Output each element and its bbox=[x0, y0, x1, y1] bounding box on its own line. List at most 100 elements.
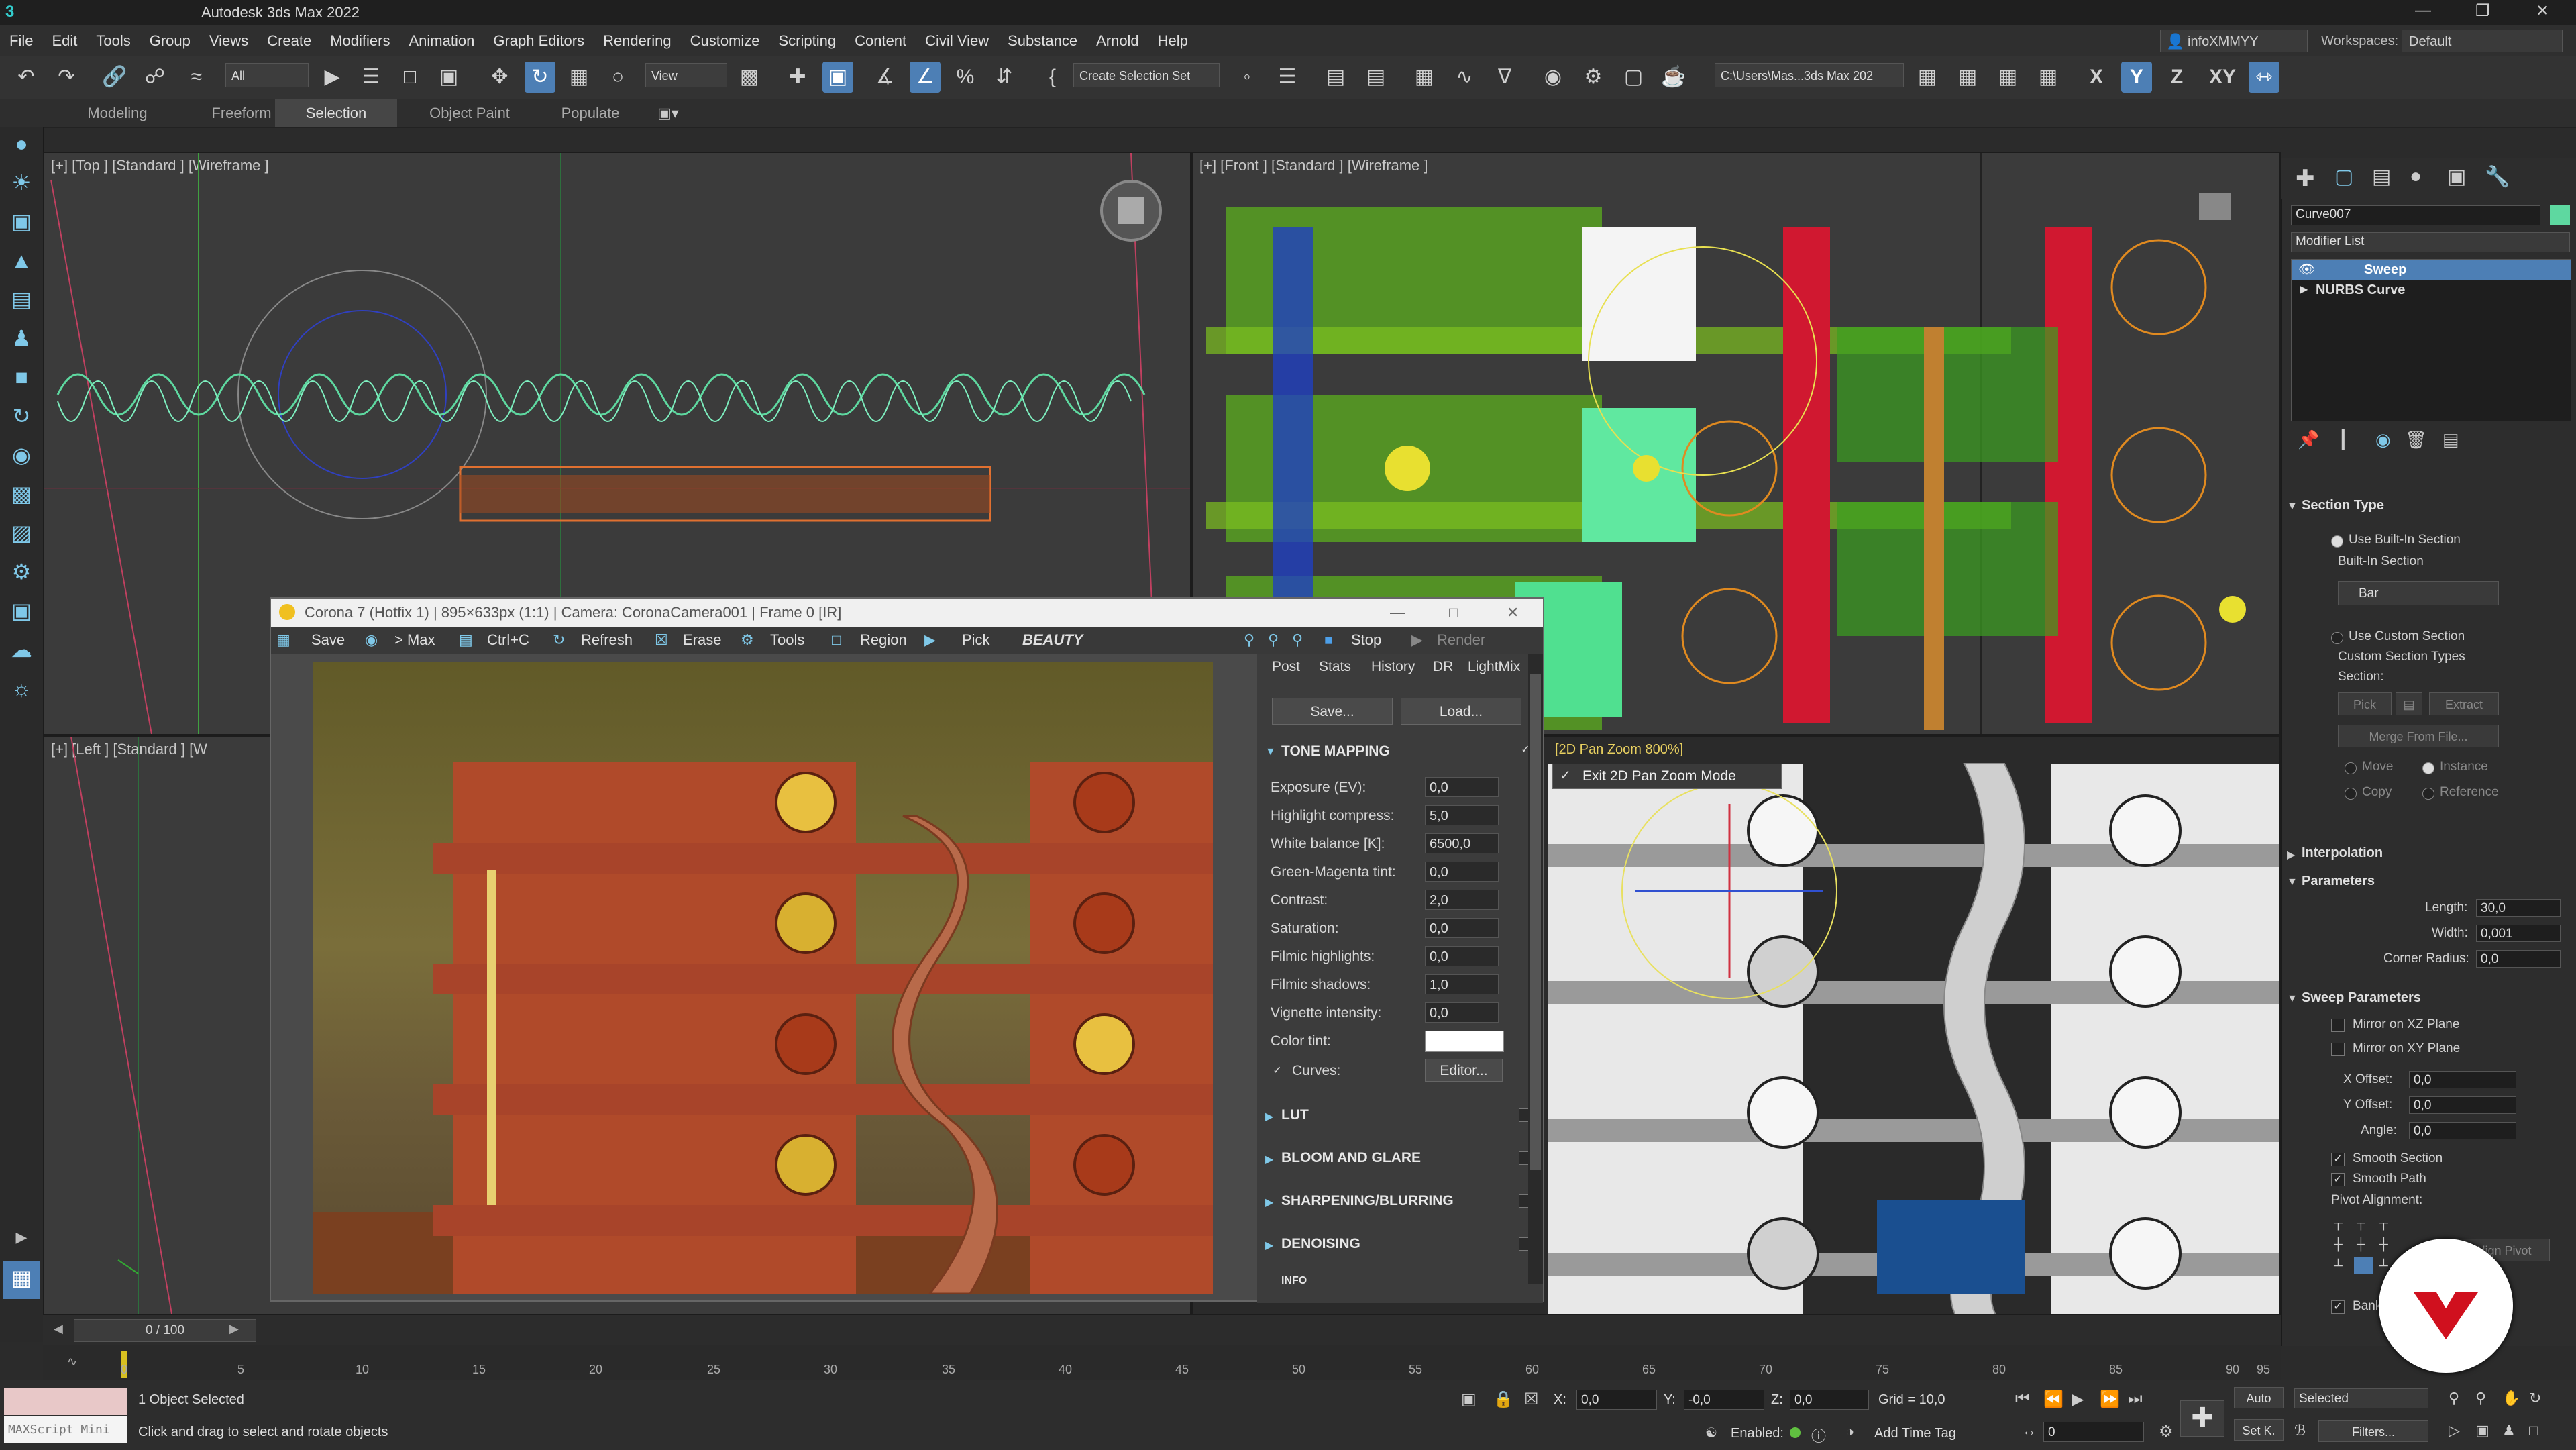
x-offset-spinner[interactable]: 0,0 bbox=[2409, 1071, 2516, 1088]
pivot-cell-icon[interactable]: ┴ bbox=[2334, 1259, 2343, 1273]
tab-lightmix[interactable]: LightMix bbox=[1468, 659, 1520, 675]
show-end-result-icon[interactable]: ┃ bbox=[2338, 429, 2349, 450]
mirror-icon[interactable]: ◦ bbox=[1232, 62, 1263, 93]
builtin-section-radio[interactable] bbox=[2331, 535, 2343, 548]
zoom-extents-icon[interactable]: ▣ bbox=[2475, 1422, 2489, 1439]
create-tab-icon[interactable]: ✚ bbox=[2296, 165, 2315, 192]
next-frame-icon[interactable]: ▶ bbox=[229, 1322, 239, 1336]
material-icon[interactable]: ◉ bbox=[5, 439, 38, 471]
menu-customize[interactable]: Customize bbox=[681, 25, 769, 50]
hierarchy-tab-icon[interactable]: ▤ bbox=[2372, 165, 2391, 189]
vignette-intensity-spinner[interactable]: 0,0 bbox=[1425, 1002, 1499, 1023]
pick-icon[interactable]: ▶ bbox=[924, 627, 936, 654]
auto-key-button[interactable]: Auto bbox=[2234, 1387, 2284, 1408]
pan-icon[interactable]: ✋ bbox=[2502, 1390, 2520, 1407]
select-object-icon[interactable]: ▶ bbox=[317, 62, 347, 93]
field-of-view-icon[interactable]: ▷ bbox=[2449, 1422, 2460, 1439]
menu-file[interactable]: File bbox=[0, 25, 42, 50]
select-manipulate-icon[interactable]: ✚ bbox=[782, 62, 813, 93]
make-unique-icon[interactable]: ◉ bbox=[2375, 429, 2391, 450]
slicer-icon[interactable]: ▨ bbox=[5, 517, 38, 549]
vfb-save-button[interactable]: Save bbox=[311, 627, 345, 654]
render-channel-dropdown[interactable]: BEAUTY bbox=[1022, 627, 1083, 654]
collapse-arrow-icon[interactable]: ▼ bbox=[2287, 876, 2298, 888]
post-load-button[interactable]: Load... bbox=[1401, 698, 1521, 725]
tab-modeling[interactable]: Modeling bbox=[54, 99, 181, 127]
scene-explorer-icon[interactable]: ▤ bbox=[1320, 62, 1351, 93]
expand-arrow-icon[interactable]: ▶ bbox=[1265, 1110, 1273, 1123]
select-by-name-icon[interactable]: ☰ bbox=[356, 62, 386, 93]
pivot-cell-icon[interactable]: ┼ bbox=[2357, 1237, 2365, 1251]
schematic-view-icon[interactable]: ∇ bbox=[1489, 62, 1520, 93]
material-editor-icon[interactable]: ◉ bbox=[1538, 62, 1568, 93]
align-icon[interactable]: ☰ bbox=[1272, 62, 1303, 93]
selection-filter-dropdown[interactable]: All bbox=[225, 63, 309, 87]
previous-key-icon[interactable]: ⏪ bbox=[2043, 1390, 2063, 1409]
vfb-to-max-button[interactable]: > Max bbox=[394, 627, 435, 654]
time-config-icon[interactable]: ⚙ bbox=[2159, 1422, 2174, 1441]
named-selection-dropdown[interactable]: Create Selection Set bbox=[1073, 63, 1220, 87]
extract-section-button[interactable]: Extract bbox=[2429, 692, 2499, 715]
tone-mapping-title[interactable]: TONE MAPPING bbox=[1281, 743, 1390, 760]
width-spinner[interactable]: 0,001 bbox=[2476, 925, 2561, 942]
render-setup-icon[interactable]: ⚙ bbox=[1578, 62, 1609, 93]
mirror-xy-checkbox[interactable] bbox=[2331, 1043, 2345, 1056]
parameters-title[interactable]: Parameters bbox=[2302, 874, 2375, 889]
time-tag-icon[interactable]: ◑ bbox=[1846, 1425, 1854, 1440]
menu-arnold[interactable]: Arnold bbox=[1087, 25, 1148, 50]
vfb-close-icon[interactable]: ✕ bbox=[1507, 599, 1519, 627]
menu-animation[interactable]: Animation bbox=[399, 25, 484, 50]
axis-constraint-z[interactable]: Z bbox=[2161, 62, 2192, 93]
time-slider[interactable]: ◀ 0 / 100 ▶ bbox=[43, 1315, 2281, 1345]
color-tint-swatch[interactable] bbox=[1425, 1031, 1504, 1052]
curves-checkbox[interactable]: ✓ bbox=[1271, 1064, 1284, 1078]
selection-lock-icon[interactable]: 🔒 bbox=[1493, 1390, 1513, 1409]
edit-named-selection-icon[interactable]: { bbox=[1037, 62, 1068, 93]
filmic-shadows-spinner[interactable]: 1,0 bbox=[1425, 974, 1499, 994]
scrollbar-thumb[interactable] bbox=[1530, 674, 1541, 1170]
expand-arrow-icon[interactable]: ▶ bbox=[1265, 1153, 1273, 1166]
banking-checkbox[interactable]: ✓ bbox=[2331, 1300, 2345, 1314]
remove-modifier-icon[interactable]: 🗑 bbox=[2405, 429, 2427, 450]
post-save-button[interactable]: Save... bbox=[1272, 698, 1393, 725]
viewport-layout-icon[interactable]: ▦ bbox=[3, 1261, 40, 1299]
percent-snap-icon[interactable]: % bbox=[950, 62, 981, 93]
absolute-mode-icon[interactable]: ☒ bbox=[1524, 1390, 1539, 1409]
angle-spinner[interactable]: 0,0 bbox=[2409, 1122, 2516, 1139]
maxscript-listener-top[interactable] bbox=[4, 1388, 127, 1415]
maximize-viewport-icon[interactable]: □ bbox=[2529, 1422, 2538, 1439]
orbit-icon[interactable]: ↻ bbox=[2529, 1390, 2541, 1407]
menu-civil-view[interactable]: Civil View bbox=[916, 25, 998, 50]
smooth-section-checkbox[interactable]: ✓ bbox=[2331, 1153, 2345, 1166]
go-to-end-icon[interactable]: ⏭ bbox=[2128, 1390, 2143, 1408]
project-folder-dropdown[interactable]: C:\Users\Mas...3ds Max 202 bbox=[1715, 63, 1904, 87]
unlink-icon[interactable]: ☍ bbox=[140, 62, 170, 93]
exit-pan-zoom-menu-item[interactable]: Exit 2D Pan Zoom Mode bbox=[1582, 768, 1736, 784]
key-mode-icon[interactable]: ↔ bbox=[2022, 1422, 2037, 1439]
pivot-cell-icon[interactable]: ┬ bbox=[2357, 1216, 2365, 1230]
axis-constraint-y[interactable]: Y bbox=[2121, 62, 2152, 93]
spinner-snap-icon[interactable]: ⇵ bbox=[989, 62, 1020, 93]
collapse-arrow-icon[interactable]: ▼ bbox=[1265, 746, 1276, 758]
x-coordinate-field[interactable]: 0,0 bbox=[1576, 1390, 1657, 1410]
refresh-icon[interactable]: ↻ bbox=[5, 400, 38, 432]
converter-icon[interactable]: ⚙ bbox=[5, 556, 38, 588]
tab-post[interactable]: Post bbox=[1272, 659, 1300, 675]
stack-item-sweep[interactable]: 👁 Sweep bbox=[2292, 260, 2571, 280]
modify-tab-icon[interactable]: ▢ bbox=[2334, 165, 2353, 189]
curve-editor-icon[interactable]: ∿ bbox=[1449, 62, 1480, 93]
play-icon[interactable]: ▶ bbox=[2072, 1390, 2084, 1409]
person-icon[interactable]: ♟ bbox=[5, 322, 38, 354]
motion-tab-icon[interactable]: ● bbox=[2410, 165, 2422, 188]
sharpening-blurring-section[interactable]: SHARPENING/BLURRING bbox=[1281, 1193, 1454, 1209]
erase-icon[interactable]: ☒ bbox=[655, 627, 668, 654]
vfb-render-button[interactable]: Render bbox=[1437, 627, 1485, 654]
axis-constraint-xy[interactable]: XY bbox=[2202, 62, 2243, 93]
vfb-panel-scrollbar[interactable] bbox=[1528, 654, 1543, 1284]
instance-radio[interactable] bbox=[2422, 762, 2434, 774]
menu-rendering[interactable]: Rendering bbox=[594, 25, 681, 50]
vfb-tools-button[interactable]: Tools bbox=[770, 627, 804, 654]
menu-edit[interactable]: Edit bbox=[42, 25, 87, 50]
spray-icon[interactable]: ▲ bbox=[5, 244, 38, 276]
cloud-icon[interactable]: ☁ bbox=[5, 633, 38, 666]
